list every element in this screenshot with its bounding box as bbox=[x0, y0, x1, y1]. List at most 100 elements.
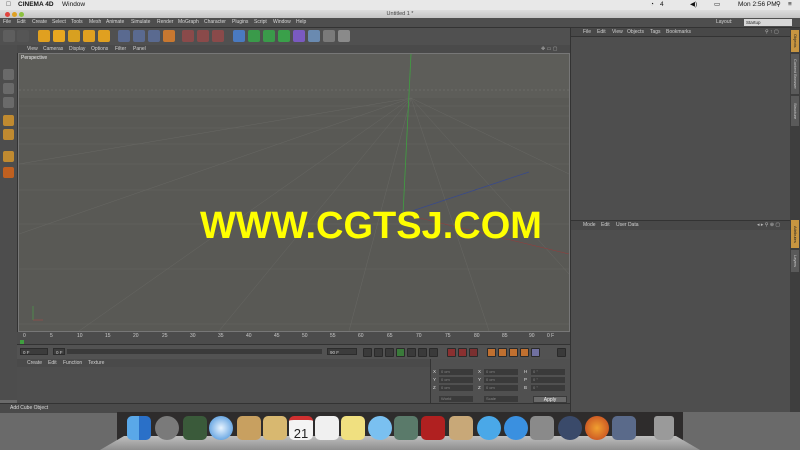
go-to-end-icon[interactable] bbox=[429, 348, 438, 357]
calendar-icon[interactable]: 21 bbox=[289, 416, 313, 441]
start-frame-field[interactable]: 0 F bbox=[20, 348, 48, 355]
spotlight-icon[interactable]: ⚲ bbox=[776, 1, 781, 9]
attribute-menu-edit[interactable]: Edit bbox=[601, 221, 610, 230]
render-view-icon[interactable] bbox=[182, 30, 194, 42]
keyframe-selection-icon[interactable] bbox=[469, 348, 478, 357]
attribute-nav-icons[interactable]: ◂ ▸ ⚲ ⊕ ▢ bbox=[757, 221, 780, 230]
photo-booth-icon[interactable] bbox=[421, 416, 445, 440]
reminders-icon[interactable] bbox=[315, 416, 339, 440]
menu-script[interactable]: Script bbox=[254, 19, 267, 26]
rotation-h-field[interactable]: 0 ° bbox=[531, 369, 565, 375]
app-store-icon[interactable] bbox=[504, 416, 528, 440]
viewport-menu-cameras[interactable]: Cameras bbox=[43, 45, 63, 53]
z-axis-icon[interactable] bbox=[148, 30, 160, 42]
add-icon[interactable] bbox=[98, 30, 110, 42]
facetime-icon[interactable] bbox=[394, 416, 418, 440]
pla-key-icon[interactable] bbox=[531, 348, 540, 357]
messages-icon[interactable] bbox=[368, 416, 392, 440]
menu-simulate[interactable]: Simulate bbox=[131, 19, 150, 26]
object-menu-file[interactable]: File bbox=[583, 28, 591, 36]
menu-edit[interactable]: Edit bbox=[17, 19, 26, 26]
apply-button[interactable]: Apply bbox=[533, 396, 567, 403]
record-icon[interactable] bbox=[447, 348, 456, 357]
trash-icon[interactable] bbox=[654, 416, 674, 440]
object-menu-bookmarks[interactable]: Bookmarks bbox=[666, 28, 691, 36]
points-mode-icon[interactable] bbox=[3, 115, 14, 126]
tab-layers[interactable]: Layers bbox=[791, 250, 799, 272]
cube-icon[interactable] bbox=[233, 30, 245, 42]
material-menu-function[interactable]: Function bbox=[63, 359, 82, 367]
end-frame-field[interactable]: 90 F bbox=[327, 348, 357, 355]
move-icon[interactable] bbox=[53, 30, 65, 42]
menu-render[interactable]: Render bbox=[157, 19, 173, 26]
preview-icon[interactable] bbox=[449, 416, 473, 440]
deformer-icon[interactable] bbox=[293, 30, 305, 42]
viewport-menu-view[interactable]: View bbox=[27, 45, 38, 53]
launchpad-icon[interactable] bbox=[155, 416, 179, 440]
camera-icon[interactable] bbox=[323, 30, 335, 42]
material-manager-area[interactable] bbox=[17, 367, 430, 403]
menu-tools[interactable]: Tools bbox=[71, 19, 83, 26]
tab-structure[interactable]: Structure bbox=[791, 96, 799, 126]
rotate-icon[interactable] bbox=[83, 30, 95, 42]
mac-app-menu[interactable]: CINEMA 4D bbox=[18, 1, 54, 9]
notes-icon[interactable] bbox=[341, 416, 365, 440]
range-slider[interactable] bbox=[67, 349, 322, 354]
edges-mode-icon[interactable] bbox=[3, 129, 14, 140]
perspective-viewport[interactable]: Perspective bbox=[18, 53, 570, 332]
cinema4d-icon[interactable] bbox=[558, 416, 582, 440]
timeline-ruler[interactable]: 0 5 10 15 20 25 30 35 40 45 50 55 60 65 … bbox=[17, 332, 570, 344]
mac-menu-window[interactable]: Window bbox=[62, 1, 85, 9]
rotation-b-field[interactable]: 0 ° bbox=[531, 385, 565, 391]
safari-icon[interactable] bbox=[209, 416, 233, 440]
menu-help[interactable]: Help bbox=[296, 19, 306, 26]
itunes-icon[interactable] bbox=[477, 416, 501, 440]
pen-icon[interactable] bbox=[248, 30, 260, 42]
scale-key-icon[interactable] bbox=[498, 348, 507, 357]
cloner-icon[interactable] bbox=[278, 30, 290, 42]
material-menu-edit[interactable]: Edit bbox=[48, 359, 57, 367]
close-window-button[interactable] bbox=[5, 12, 10, 17]
menu-animate[interactable]: Animate bbox=[106, 19, 124, 26]
object-menu-tags[interactable]: Tags bbox=[650, 28, 661, 36]
coordinate-system-icon[interactable] bbox=[163, 30, 175, 42]
light-icon[interactable] bbox=[338, 30, 350, 42]
quicktime-icon[interactable] bbox=[612, 416, 636, 440]
menu-mesh[interactable]: Mesh bbox=[89, 19, 101, 26]
size-y-field[interactable]: 0 cm bbox=[484, 377, 518, 383]
material-menu-texture[interactable]: Texture bbox=[88, 359, 104, 367]
attribute-menu-user-data[interactable]: User Data bbox=[616, 221, 639, 230]
tab-objects[interactable]: Objects bbox=[791, 30, 799, 52]
menu-window[interactable]: Window bbox=[273, 19, 291, 26]
viewport-menu-panel[interactable]: Panel bbox=[133, 45, 146, 53]
go-to-start-icon[interactable] bbox=[363, 348, 372, 357]
tab-content-browser[interactable]: Content Browser bbox=[791, 54, 799, 94]
menu-create[interactable]: Create bbox=[32, 19, 47, 26]
redo-icon[interactable] bbox=[17, 30, 29, 42]
tab-attributes[interactable]: Attributes bbox=[791, 220, 799, 248]
firefox-icon[interactable] bbox=[585, 416, 609, 440]
layout-select[interactable]: Startup bbox=[744, 19, 792, 26]
mission-control-icon[interactable] bbox=[183, 416, 207, 440]
finder-icon[interactable] bbox=[127, 416, 151, 440]
next-key-icon[interactable] bbox=[418, 348, 427, 357]
menu-mograph[interactable]: MoGraph bbox=[178, 19, 199, 26]
zoom-window-button[interactable] bbox=[19, 12, 24, 17]
object-manager-area[interactable] bbox=[571, 37, 791, 224]
x-axis-icon[interactable] bbox=[118, 30, 130, 42]
previous-frame-icon[interactable] bbox=[385, 348, 394, 357]
viewport-menu-filter[interactable]: Filter bbox=[115, 45, 126, 53]
play-icon[interactable] bbox=[396, 348, 405, 357]
contacts-icon[interactable] bbox=[263, 416, 287, 440]
timeline-menu-icon[interactable] bbox=[557, 348, 566, 357]
menu-select[interactable]: Select bbox=[52, 19, 66, 26]
min-frame-field[interactable]: 0 F bbox=[53, 348, 65, 355]
attribute-menu-mode[interactable]: Mode bbox=[583, 221, 596, 230]
texture-mode-icon[interactable] bbox=[3, 97, 14, 108]
volume-icon[interactable]: ◀) bbox=[690, 1, 697, 9]
coord-mode-select[interactable]: World bbox=[439, 396, 473, 402]
previous-key-icon[interactable] bbox=[374, 348, 383, 357]
parameter-key-icon[interactable] bbox=[520, 348, 529, 357]
minimize-window-button[interactable] bbox=[12, 12, 17, 17]
polygons-mode-icon[interactable] bbox=[3, 151, 14, 162]
